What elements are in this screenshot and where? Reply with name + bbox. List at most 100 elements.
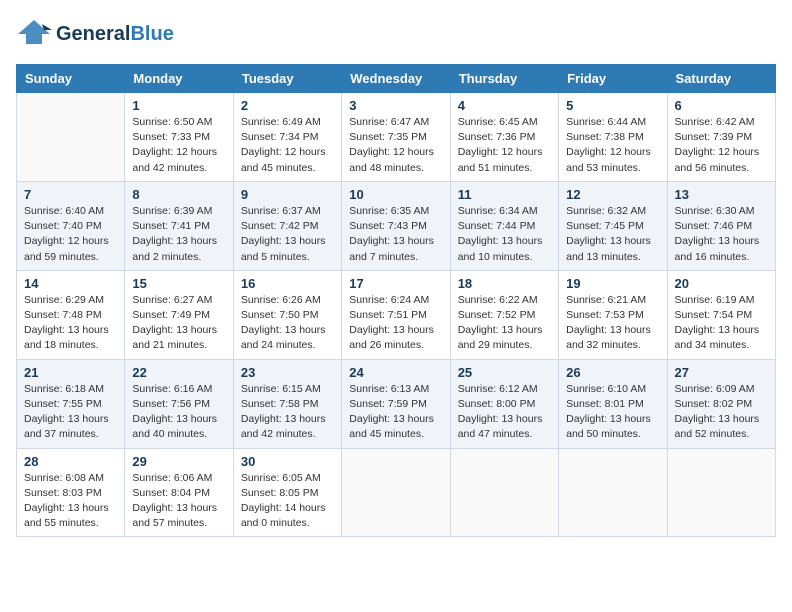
calendar-cell: 6 Sunrise: 6:42 AM Sunset: 7:39 PM Daylig… (667, 93, 775, 182)
calendar-cell: 20Sunrise: 6:19 AM Sunset: 7:54 PM Dayli… (667, 270, 775, 359)
calendar-week-row: 21 Sunrise: 6:18 AM Sunset: 7:55 PM Dayli… (17, 359, 776, 448)
day-info: Sunrise: 6:16 AM Sunset: 7:56 PM Dayligh… (132, 382, 225, 443)
day-number: 19 (566, 276, 659, 291)
calendar-cell (559, 448, 667, 537)
calendar-cell: 10 Sunrise: 6:35 AM Sunset: 7:43 PM Dayli… (342, 181, 450, 270)
day-number: 21 (24, 365, 117, 380)
day-info: Sunrise: 6:26 AM Sunset: 7:50 PM Dayligh… (241, 293, 334, 354)
logo: GeneralBlue (16, 16, 174, 52)
weekday-header-monday: Monday (125, 65, 233, 93)
day-info: Sunrise: 6:47 AM Sunset: 7:35 PM Dayligh… (349, 115, 442, 176)
calendar-cell: 17 Sunrise: 6:24 AM Sunset: 7:51 PM Dayli… (342, 270, 450, 359)
day-info: Sunrise: 6:37 AM Sunset: 7:42 PM Dayligh… (241, 204, 334, 265)
calendar-cell: 12 Sunrise: 6:32 AM Sunset: 7:45 PM Dayli… (559, 181, 667, 270)
weekday-header-wednesday: Wednesday (342, 65, 450, 93)
day-info: Sunrise: 6:42 AM Sunset: 7:39 PM Dayligh… (675, 115, 768, 176)
day-number: 2 (241, 98, 334, 113)
day-info: Sunrise: 6:32 AM Sunset: 7:45 PM Dayligh… (566, 204, 659, 265)
calendar-cell: 19 Sunrise: 6:21 AM Sunset: 7:53 PM Dayli… (559, 270, 667, 359)
day-number: 9 (241, 187, 334, 202)
day-number: 12 (566, 187, 659, 202)
calendar-cell: 28 Sunrise: 6:08 AM Sunset: 8:03 PM Dayli… (17, 448, 125, 537)
day-info: Sunrise: 6:30 AM Sunset: 7:46 PM Dayligh… (675, 204, 768, 265)
day-info: Sunrise: 6:49 AM Sunset: 7:34 PM Dayligh… (241, 115, 334, 176)
calendar-cell: 1 Sunrise: 6:50 AM Sunset: 7:33 PM Daylig… (125, 93, 233, 182)
day-info: Sunrise: 6:45 AM Sunset: 7:36 PM Dayligh… (458, 115, 551, 176)
logo-bird-icon (16, 16, 52, 52)
day-info: Sunrise: 6:08 AM Sunset: 8:03 PM Dayligh… (24, 471, 117, 532)
calendar-cell: 15 Sunrise: 6:27 AM Sunset: 7:49 PM Dayli… (125, 270, 233, 359)
day-number: 5 (566, 98, 659, 113)
day-number: 30 (241, 454, 334, 469)
weekday-header-row: SundayMondayTuesdayWednesdayThursdayFrid… (17, 65, 776, 93)
day-info: Sunrise: 6:22 AM Sunset: 7:52 PM Dayligh… (458, 293, 551, 354)
weekday-header-saturday: Saturday (667, 65, 775, 93)
day-number: 28 (24, 454, 117, 469)
calendar-week-row: 28 Sunrise: 6:08 AM Sunset: 8:03 PM Dayli… (17, 448, 776, 537)
calendar-cell: 2 Sunrise: 6:49 AM Sunset: 7:34 PM Daylig… (233, 93, 341, 182)
weekday-header-tuesday: Tuesday (233, 65, 341, 93)
calendar-cell: 27 Sunrise: 6:09 AM Sunset: 8:02 PM Dayli… (667, 359, 775, 448)
logo-text: GeneralBlue (56, 23, 174, 46)
day-number: 24 (349, 365, 442, 380)
calendar-cell: 24 Sunrise: 6:13 AM Sunset: 7:59 PM Dayli… (342, 359, 450, 448)
day-number: 1 (132, 98, 225, 113)
calendar-cell: 18 Sunrise: 6:22 AM Sunset: 7:52 PM Dayli… (450, 270, 558, 359)
day-info: Sunrise: 6:40 AM Sunset: 7:40 PM Dayligh… (24, 204, 117, 265)
day-info: Sunrise: 6:34 AM Sunset: 7:44 PM Dayligh… (458, 204, 551, 265)
calendar-cell: 29Sunrise: 6:06 AM Sunset: 8:04 PM Dayli… (125, 448, 233, 537)
calendar-cell: 3 Sunrise: 6:47 AM Sunset: 7:35 PM Daylig… (342, 93, 450, 182)
day-number: 29 (132, 454, 225, 469)
weekday-header-thursday: Thursday (450, 65, 558, 93)
day-info: Sunrise: 6:09 AM Sunset: 8:02 PM Dayligh… (675, 382, 768, 443)
day-number: 4 (458, 98, 551, 113)
calendar-cell: 5 Sunrise: 6:44 AM Sunset: 7:38 PM Daylig… (559, 93, 667, 182)
calendar-cell (17, 93, 125, 182)
calendar-cell (342, 448, 450, 537)
day-number: 10 (349, 187, 442, 202)
calendar-cell: 21 Sunrise: 6:18 AM Sunset: 7:55 PM Dayli… (17, 359, 125, 448)
day-number: 20 (675, 276, 768, 291)
day-number: 6 (675, 98, 768, 113)
calendar-cell: 14Sunrise: 6:29 AM Sunset: 7:48 PM Dayli… (17, 270, 125, 359)
calendar-week-row: 7Sunrise: 6:40 AM Sunset: 7:40 PM Daylig… (17, 181, 776, 270)
day-number: 8 (132, 187, 225, 202)
day-number: 3 (349, 98, 442, 113)
day-info: Sunrise: 6:21 AM Sunset: 7:53 PM Dayligh… (566, 293, 659, 354)
calendar-cell: 23 Sunrise: 6:15 AM Sunset: 7:58 PM Dayli… (233, 359, 341, 448)
day-number: 16 (241, 276, 334, 291)
weekday-header-friday: Friday (559, 65, 667, 93)
day-info: Sunrise: 6:05 AM Sunset: 8:05 PM Dayligh… (241, 471, 334, 532)
day-number: 13 (675, 187, 768, 202)
day-number: 23 (241, 365, 334, 380)
calendar-cell: 7Sunrise: 6:40 AM Sunset: 7:40 PM Daylig… (17, 181, 125, 270)
day-info: Sunrise: 6:44 AM Sunset: 7:38 PM Dayligh… (566, 115, 659, 176)
day-info: Sunrise: 6:50 AM Sunset: 7:33 PM Dayligh… (132, 115, 225, 176)
day-info: Sunrise: 6:10 AM Sunset: 8:01 PM Dayligh… (566, 382, 659, 443)
calendar-cell: 4 Sunrise: 6:45 AM Sunset: 7:36 PM Daylig… (450, 93, 558, 182)
day-number: 27 (675, 365, 768, 380)
calendar-cell: 9 Sunrise: 6:37 AM Sunset: 7:42 PM Daylig… (233, 181, 341, 270)
calendar-cell: 30 Sunrise: 6:05 AM Sunset: 8:05 PM Dayli… (233, 448, 341, 537)
calendar-cell: 25 Sunrise: 6:12 AM Sunset: 8:00 PM Dayli… (450, 359, 558, 448)
weekday-header-sunday: Sunday (17, 65, 125, 93)
day-info: Sunrise: 6:24 AM Sunset: 7:51 PM Dayligh… (349, 293, 442, 354)
calendar-cell: 13 Sunrise: 6:30 AM Sunset: 7:46 PM Dayli… (667, 181, 775, 270)
calendar-table: SundayMondayTuesdayWednesdayThursdayFrid… (16, 64, 776, 537)
calendar-cell (450, 448, 558, 537)
day-info: Sunrise: 6:13 AM Sunset: 7:59 PM Dayligh… (349, 382, 442, 443)
day-info: Sunrise: 6:35 AM Sunset: 7:43 PM Dayligh… (349, 204, 442, 265)
day-info: Sunrise: 6:15 AM Sunset: 7:58 PM Dayligh… (241, 382, 334, 443)
day-number: 11 (458, 187, 551, 202)
calendar-cell: 8Sunrise: 6:39 AM Sunset: 7:41 PM Daylig… (125, 181, 233, 270)
calendar-cell: 16 Sunrise: 6:26 AM Sunset: 7:50 PM Dayli… (233, 270, 341, 359)
day-number: 17 (349, 276, 442, 291)
day-number: 15 (132, 276, 225, 291)
calendar-cell: 26Sunrise: 6:10 AM Sunset: 8:01 PM Dayli… (559, 359, 667, 448)
day-number: 18 (458, 276, 551, 291)
day-number: 25 (458, 365, 551, 380)
calendar-week-row: 14Sunrise: 6:29 AM Sunset: 7:48 PM Dayli… (17, 270, 776, 359)
day-info: Sunrise: 6:12 AM Sunset: 8:00 PM Dayligh… (458, 382, 551, 443)
day-info: Sunrise: 6:18 AM Sunset: 7:55 PM Dayligh… (24, 382, 117, 443)
day-info: Sunrise: 6:27 AM Sunset: 7:49 PM Dayligh… (132, 293, 225, 354)
